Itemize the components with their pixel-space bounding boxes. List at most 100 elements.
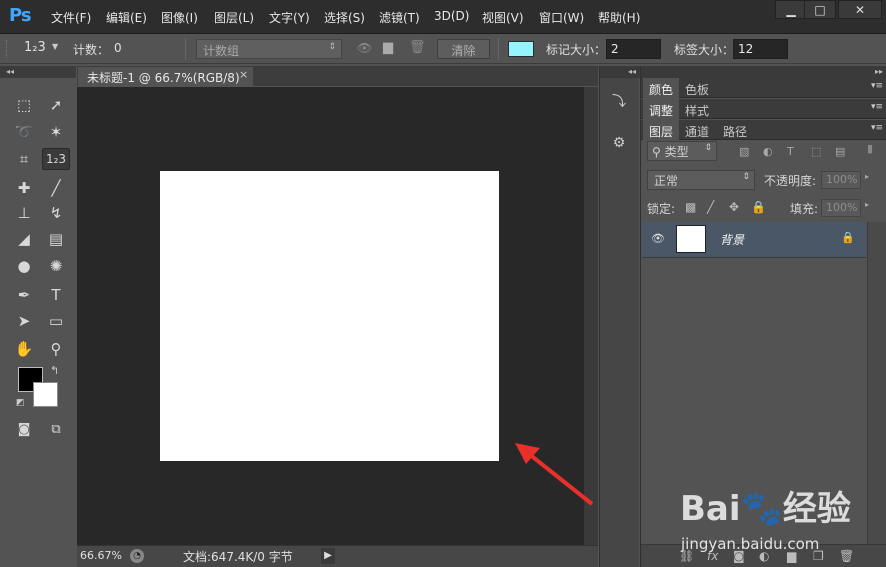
menu-select[interactable]: 选择(S) <box>324 9 365 26</box>
baidu-jingyan-watermark: Bai🐾经验 jingyan.baidu.com <box>680 477 880 562</box>
tab-layers[interactable]: 图层 <box>643 120 680 140</box>
status-info-icon[interactable]: ◔ <box>130 549 144 563</box>
options-grip[interactable] <box>6 40 9 58</box>
count-tool-preset-icon[interactable]: 1₂3 <box>24 40 46 55</box>
toolbar-collapse-handle[interactable]: ◂◂ <box>0 66 76 78</box>
menu-layer[interactable]: 图层(L) <box>214 9 254 26</box>
layer-visibility-eye-icon[interactable]: 👁 <box>651 232 665 245</box>
tab-color[interactable]: 颜色 <box>643 78 680 98</box>
menu-type[interactable]: 文字(Y) <box>269 9 310 26</box>
dock-collapse-handle[interactable]: ◂◂ <box>600 66 640 78</box>
brush-tool-icon[interactable]: ╱ <box>42 177 70 199</box>
lasso-tool-icon[interactable]: ➰ <box>10 121 38 143</box>
menu-edit[interactable]: 编辑(E) <box>106 9 147 26</box>
properties-panel-icon[interactable]: ⚙ <box>606 130 632 156</box>
count-tool-icon[interactable]: 1₂3 <box>42 148 70 170</box>
panel-menu-icon[interactable]: ▾≡ <box>871 102 883 112</box>
document-tab[interactable]: 未标题-1 @ 66.7%(RGB/8) <box>78 67 253 86</box>
panels-collapse-handle[interactable]: ▸▸ <box>641 66 886 78</box>
blend-mode-value: 正常 <box>654 174 679 188</box>
clone-stamp-tool-icon[interactable]: ⊥ <box>10 202 38 224</box>
document-canvas[interactable] <box>160 171 499 461</box>
opacity-slider-arrow-icon[interactable]: ▸ <box>865 172 869 181</box>
folder-icon[interactable]: ▆ <box>383 40 393 55</box>
filter-pixel-icon[interactable]: ▧ <box>739 145 749 158</box>
document-tab-title: 未标题-1 @ 66.7%(RGB/8) <box>87 71 240 85</box>
menu-image[interactable]: 图像(I) <box>161 9 198 26</box>
layer-row[interactable]: 👁 背景 🔒 <box>642 222 866 258</box>
count-group-select[interactable]: 计数组 ⇕ <box>196 39 342 59</box>
layer-thumbnail[interactable] <box>676 225 706 253</box>
pen-tool-icon[interactable]: ✒ <box>10 284 38 306</box>
marquee-tool-icon[interactable]: ⬚ <box>10 94 38 116</box>
gradient-tool-icon[interactable]: ▤ <box>42 228 70 250</box>
eraser-tool-icon[interactable]: ◢ <box>10 228 38 250</box>
close-tab-icon[interactable]: × <box>239 68 248 81</box>
tab-channels[interactable]: 通道 <box>679 120 715 140</box>
minimize-button[interactable]: ▁ <box>775 0 807 19</box>
type-tool-icon[interactable]: T <box>42 284 70 306</box>
mark-size-input[interactable]: 2 <box>606 39 661 59</box>
history-brush-tool-icon[interactable]: ↯ <box>42 202 70 224</box>
blur-tool-icon[interactable]: ● <box>10 255 38 277</box>
layer-name[interactable]: 背景 <box>720 231 744 248</box>
move-tool-icon[interactable]: ➚ <box>42 94 70 116</box>
menu-view[interactable]: 视图(V) <box>482 9 524 26</box>
adjustments-panel-tabs: 调整 样式 ▾≡ <box>641 99 886 119</box>
blend-mode-select[interactable]: 正常 ⇕ <box>647 170 755 190</box>
eye-icon[interactable]: 👁 <box>357 41 372 55</box>
maximize-button[interactable]: □ <box>804 0 836 19</box>
options-separator <box>185 38 186 60</box>
menu-window[interactable]: 窗口(W) <box>539 9 584 26</box>
lock-transparent-pixels-icon[interactable]: ▩ <box>685 200 696 214</box>
crop-tool-icon[interactable]: ⌗ <box>10 148 38 170</box>
filter-type-icon[interactable]: T <box>787 145 794 158</box>
opacity-label: 不透明度: <box>764 174 817 188</box>
label-size-input[interactable]: 12 <box>733 39 788 59</box>
maximize-icon: □ <box>814 2 826 17</box>
filter-toggle-icon[interactable]: ▮ <box>867 142 873 155</box>
swap-colors-icon[interactable]: ↰ <box>50 364 59 377</box>
lock-all-icon[interactable]: 🔒 <box>751 200 766 214</box>
filter-smart-object-icon[interactable]: ▤ <box>835 145 845 158</box>
menu-3d[interactable]: 3D(D) <box>434 9 469 23</box>
mark-color-swatch[interactable] <box>508 41 534 57</box>
close-button[interactable]: ✕ <box>838 0 882 19</box>
trash-icon[interactable]: 🗑 <box>409 40 426 55</box>
tab-styles[interactable]: 样式 <box>679 99 715 119</box>
zoom-level[interactable]: 66.67% <box>80 549 122 562</box>
quick-mask-icon[interactable]: ◙ <box>10 418 38 440</box>
zoom-tool-icon[interactable]: ⚲ <box>42 338 70 360</box>
magic-wand-tool-icon[interactable]: ✶ <box>42 121 70 143</box>
menu-help[interactable]: 帮助(H) <box>598 9 640 26</box>
hand-tool-icon[interactable]: ✋ <box>10 338 38 360</box>
lock-position-icon[interactable]: ✥ <box>729 200 739 214</box>
tab-adjustments[interactable]: 调整 <box>643 99 680 119</box>
sponge-tool-icon[interactable]: ✺ <box>42 255 70 277</box>
status-menu-arrow-icon[interactable]: ▶ <box>321 548 335 564</box>
tab-paths[interactable]: 路径 <box>717 120 753 140</box>
healing-brush-tool-icon[interactable]: ✚ <box>10 177 38 199</box>
screen-mode-icon[interactable]: ⧉ <box>42 418 70 440</box>
tab-swatches[interactable]: 色板 <box>679 78 715 98</box>
fill-input[interactable]: 100% <box>821 199 861 217</box>
menu-filter[interactable]: 滤镜(T) <box>379 9 420 26</box>
rectangle-tool-icon[interactable]: ▭ <box>42 310 70 332</box>
clear-button[interactable]: 清除 <box>437 39 490 59</box>
fill-slider-arrow-icon[interactable]: ▸ <box>865 200 869 209</box>
menu-file[interactable]: 文件(F) <box>51 9 91 26</box>
label-size-label: 标签大小： <box>674 43 735 57</box>
default-colors-icon[interactable]: ◩ <box>16 398 25 408</box>
history-panel-icon[interactable]: ⤵ <box>606 88 632 114</box>
filter-shape-icon[interactable]: ⬚ <box>811 145 821 158</box>
background-color-swatch[interactable] <box>33 382 58 407</box>
filter-adjustment-icon[interactable]: ◐ <box>763 145 773 158</box>
layer-filter-select[interactable]: ⚲ 类型 ⇕ <box>647 141 717 161</box>
panel-menu-icon[interactable]: ▾≡ <box>871 123 883 133</box>
preset-dropdown-arrow-icon[interactable]: ▼ <box>52 42 58 51</box>
opacity-input[interactable]: 100% <box>821 171 861 189</box>
panel-menu-icon[interactable]: ▾≡ <box>871 81 883 91</box>
layer-filter-value: 类型 <box>664 145 689 159</box>
lock-image-pixels-icon[interactable]: ╱ <box>707 200 714 214</box>
path-selection-tool-icon[interactable]: ➤ <box>10 310 38 332</box>
